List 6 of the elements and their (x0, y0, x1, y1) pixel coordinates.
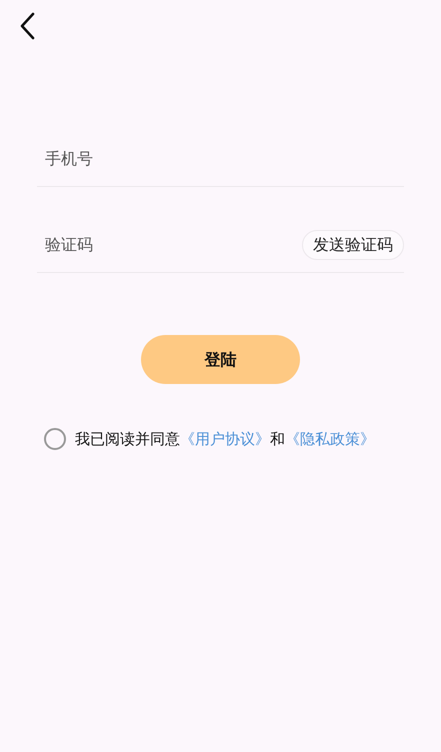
agreement-text: 我已阅读并同意《用户协议》和《隐私政策》 (75, 429, 375, 450)
agree-checkbox[interactable] (44, 428, 66, 450)
login-button[interactable]: 登陆 (141, 335, 300, 384)
code-field[interactable]: 验证码 (37, 224, 237, 264)
phone-field[interactable]: 手机号 (37, 138, 404, 178)
send-code-button[interactable]: 发送验证码 (302, 230, 404, 260)
